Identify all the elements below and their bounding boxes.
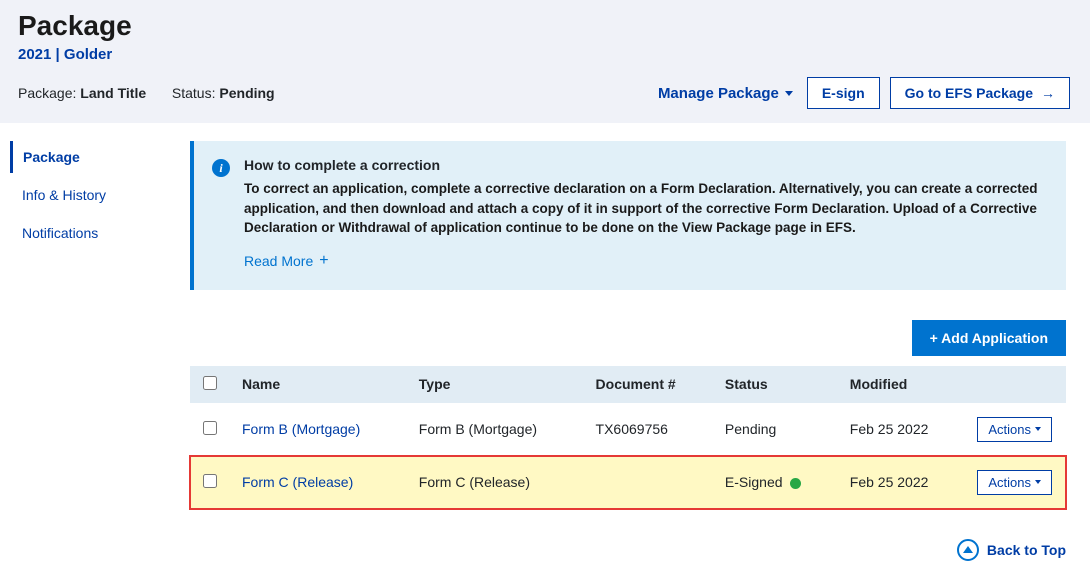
col-doc: Document # xyxy=(584,366,713,403)
page-title: Package xyxy=(18,10,1070,42)
row-actions-button[interactable]: Actions xyxy=(977,417,1052,442)
status-dot-icon xyxy=(790,478,801,489)
package-meta: Package: Land Title Status: Pending xyxy=(18,85,275,101)
table-row: Form B (Mortgage)Form B (Mortgage)TX6069… xyxy=(190,403,1066,456)
row-checkbox[interactable] xyxy=(203,421,217,435)
chevron-down-icon xyxy=(785,91,793,96)
back-to-top-button[interactable]: Back to Top xyxy=(957,539,1066,561)
application-modified: Feb 25 2022 xyxy=(838,456,966,509)
application-type: Form B (Mortgage) xyxy=(407,403,584,456)
info-box: i How to complete a correction To correc… xyxy=(190,141,1066,290)
application-status: Pending xyxy=(713,403,838,456)
col-name: Name xyxy=(230,366,407,403)
esign-button[interactable]: E-sign xyxy=(807,77,880,109)
table-row: Form C (Release) Form C (Release) E-Signed… xyxy=(190,456,1066,509)
select-all-checkbox[interactable] xyxy=(203,376,217,390)
sidebar: Package Info & History Notifications xyxy=(0,141,190,509)
add-application-button[interactable]: + Add Application xyxy=(912,320,1066,356)
go-to-efs-label: Go to EFS Package xyxy=(905,85,1033,101)
row-actions-button[interactable]: Actions xyxy=(977,470,1052,495)
col-status: Status xyxy=(713,366,838,403)
application-status: E-Signed xyxy=(713,456,838,509)
read-more-button[interactable]: Read More + xyxy=(244,252,329,270)
info-icon: i xyxy=(212,159,230,177)
status-label: Status: xyxy=(172,85,216,101)
chevron-down-icon xyxy=(1035,427,1041,431)
package-label: Package: xyxy=(18,85,76,101)
col-type: Type xyxy=(407,366,584,403)
manage-package-button[interactable]: Manage Package xyxy=(654,79,797,108)
sidebar-item-info-history[interactable]: Info & History xyxy=(10,179,190,211)
application-doc xyxy=(584,456,713,509)
manage-package-label: Manage Package xyxy=(658,85,779,102)
plus-icon: + xyxy=(319,252,328,270)
sidebar-item-notifications[interactable]: Notifications xyxy=(10,217,190,249)
application-type: Form C (Release) xyxy=(407,456,584,509)
application-name-link[interactable]: Form C (Release) xyxy=(242,474,353,490)
row-checkbox[interactable] xyxy=(203,474,217,488)
chevron-down-icon xyxy=(1035,480,1041,484)
go-to-efs-button[interactable]: Go to EFS Package → xyxy=(890,77,1070,109)
applications-table: Name Type Document # Status Modified For… xyxy=(190,366,1066,509)
col-checkbox xyxy=(190,366,230,403)
col-modified: Modified xyxy=(838,366,966,403)
info-body: To correct an application, complete a co… xyxy=(244,179,1046,238)
package-value: Land Title xyxy=(80,85,146,101)
read-more-label: Read More xyxy=(244,253,313,269)
info-title: How to complete a correction xyxy=(244,157,1046,173)
page-subtitle: 2021 | Golder xyxy=(18,46,1070,63)
application-modified: Feb 25 2022 xyxy=(838,403,966,456)
application-doc: TX6069756 xyxy=(584,403,713,456)
application-name-link[interactable]: Form B (Mortgage) xyxy=(242,421,360,437)
back-to-top-label: Back to Top xyxy=(987,542,1066,558)
col-actions xyxy=(965,366,1066,403)
arrow-right-icon: → xyxy=(1041,85,1055,101)
sidebar-item-package[interactable]: Package xyxy=(10,141,190,173)
status-value: Pending xyxy=(219,85,274,101)
arrow-up-icon xyxy=(957,539,979,561)
